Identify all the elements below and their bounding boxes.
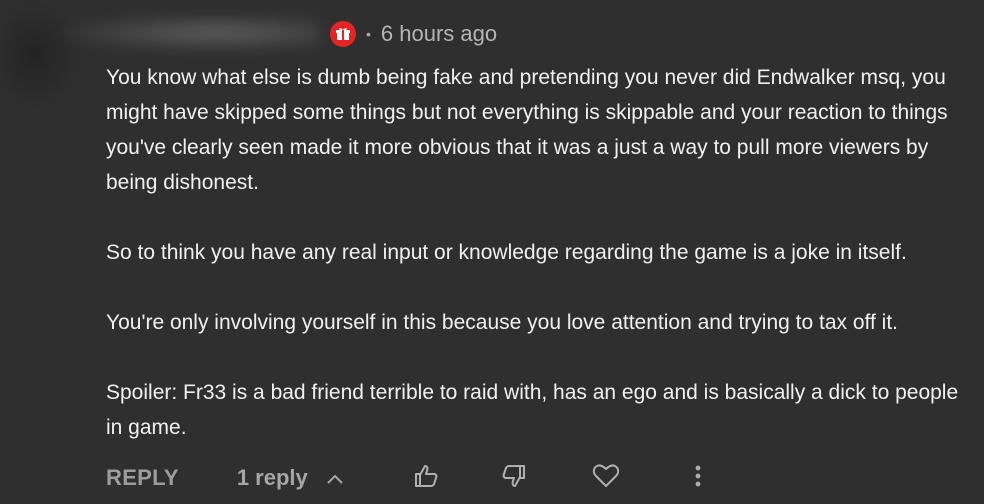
more-options-button[interactable] [678, 458, 718, 498]
thumbs-down-icon [501, 463, 527, 494]
comment-paragraph: Spoiler: Fr33 is a bad friend terrible t… [106, 381, 959, 439]
comment-header: • 6 hours ago [330, 20, 497, 48]
heart-icon [592, 463, 620, 494]
gift-icon [330, 21, 356, 47]
comment-paragraph: You know what else is dumb being fake an… [106, 66, 948, 194]
comment-paragraph: So to think you have any real input or k… [106, 241, 907, 264]
comment-paragraph: You're only involving yourself in this b… [106, 311, 898, 334]
separator-dot: • [366, 26, 371, 42]
chevron-up-icon [326, 465, 344, 491]
heart-button[interactable] [586, 458, 626, 498]
thumbs-up-icon [413, 463, 439, 494]
author-name-blurred[interactable] [60, 14, 320, 52]
comment-actions: REPLY 1 reply [106, 456, 718, 500]
comment-body: You know what else is dumb being fake an… [106, 60, 978, 445]
view-replies-button[interactable]: 1 reply [237, 465, 344, 491]
like-button[interactable] [406, 458, 446, 498]
reply-button[interactable]: REPLY [106, 465, 179, 491]
replies-count-label: 1 reply [236, 465, 308, 490]
comment-timestamp[interactable]: 6 hours ago [381, 21, 497, 47]
more-vertical-icon [694, 463, 702, 494]
dislike-button[interactable] [494, 458, 534, 498]
